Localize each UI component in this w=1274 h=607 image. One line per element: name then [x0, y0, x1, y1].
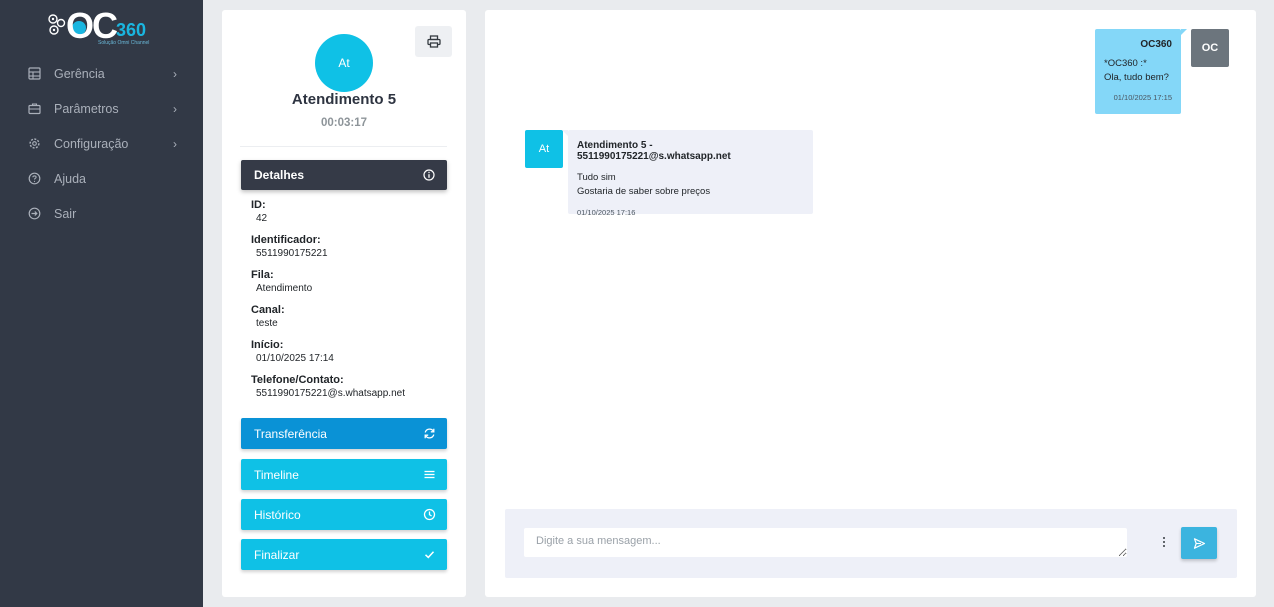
- sidebar-item-sair[interactable]: Sair: [0, 196, 203, 231]
- sidebar-item-label: Ajuda: [54, 171, 86, 186]
- briefcase-icon: [27, 102, 41, 116]
- field-label: ID:: [251, 199, 266, 211]
- bubble-tail: [1181, 29, 1187, 35]
- detail-canal: Canal: teste: [251, 303, 441, 338]
- field-label: Telefone/Contato:: [251, 374, 344, 386]
- sidebar-item-label: Parâmetros: [54, 101, 119, 116]
- button-label: Transferência: [254, 426, 327, 441]
- incoming-message: Atendimento 5 - 5511990175221@s.whatsapp…: [562, 130, 813, 217]
- button-label: Histórico: [254, 507, 301, 522]
- more-vertical-icon: [1163, 537, 1165, 547]
- sidebar-item-parametros[interactable]: Parâmetros ›: [0, 91, 203, 126]
- message-time: 01/10/2025 17:16: [577, 208, 636, 217]
- more-options-button[interactable]: [1157, 533, 1171, 551]
- field-label: Fila:: [251, 269, 274, 281]
- app-logo[interactable]: OC 360 Solução Omni Channel: [46, 6, 156, 48]
- compose-bar: [505, 509, 1237, 578]
- chevron-right-icon: ›: [173, 102, 177, 116]
- details-body: ID: 42 Identificador: 5511990175221 Fila…: [251, 198, 441, 408]
- send-button[interactable]: [1181, 527, 1217, 559]
- detail-id: ID: 42: [251, 198, 441, 233]
- message-time: 01/10/2025 17:15: [1113, 93, 1172, 102]
- chat-panel: OC360 *OC360 :* Ola, tudo bem? 01/10/202…: [485, 10, 1256, 597]
- message-sender: Atendimento 5 - 5511990175221@s.whatsapp…: [577, 140, 731, 162]
- message-line: Gostaria de saber sobre preços: [577, 186, 711, 197]
- detail-fila: Fila: Atendimento: [251, 268, 441, 303]
- chevron-right-icon: ›: [173, 137, 177, 151]
- list-icon: [424, 470, 435, 479]
- field-value: Atendimento: [256, 283, 313, 294]
- contact-name: Atendimento 5: [291, 91, 397, 108]
- logo-number: 360: [116, 20, 147, 40]
- message-input[interactable]: [524, 528, 1127, 557]
- sidebar: OC 360 Solução Omni Channel Gerência › P…: [0, 0, 203, 607]
- sidebar-item-configuracao[interactable]: Configuração ›: [0, 126, 203, 161]
- send-icon: [1193, 537, 1205, 549]
- customer-avatar: At: [525, 130, 563, 168]
- clock-icon: [423, 508, 436, 521]
- field-label: Canal:: [251, 304, 285, 316]
- message-line: Tudo sim: [577, 172, 616, 183]
- session-timer: 00:03:17: [320, 117, 368, 129]
- detail-identificador: Identificador: 5511990175221: [251, 233, 441, 268]
- history-button[interactable]: Histórico: [241, 499, 447, 530]
- outgoing-message: OC360 *OC360 :* Ola, tudo bem? 01/10/202…: [1095, 29, 1187, 114]
- details-title: Detalhes: [254, 168, 305, 182]
- info-icon: [423, 169, 435, 181]
- sidebar-item-ajuda[interactable]: Ajuda: [0, 161, 203, 196]
- bubble-tail: [562, 130, 568, 136]
- button-label: Finalizar: [254, 547, 300, 562]
- field-value: 5511990175221@s.whatsapp.net: [256, 388, 405, 399]
- logo-tagline: Solução Omni Channel: [98, 40, 150, 46]
- chevron-right-icon: ›: [173, 67, 177, 81]
- agent-avatar: OC: [1191, 29, 1229, 67]
- server-icon: [27, 67, 41, 81]
- sidebar-item-gerencia[interactable]: Gerência ›: [0, 56, 203, 91]
- print-button[interactable]: [415, 26, 452, 57]
- button-label: Timeline: [254, 467, 299, 482]
- field-value: 5511990175221: [256, 248, 328, 259]
- printer-icon: [426, 35, 441, 48]
- field-label: Identificador:: [251, 234, 321, 246]
- message-line: *OC360 :*: [1104, 58, 1147, 69]
- sidebar-item-label: Configuração: [54, 136, 129, 151]
- transfer-button[interactable]: Transferência: [241, 418, 447, 449]
- message-line: Ola, tudo bem?: [1104, 72, 1169, 83]
- field-value: 01/10/2025 17:14: [256, 353, 334, 364]
- field-label: Início:: [251, 339, 284, 351]
- transfer-icon: [424, 428, 435, 439]
- sidebar-nav: Gerência › Parâmetros › Configuração › A…: [0, 56, 203, 231]
- contact-info-panel: At Atendimento 5 00:03:17 Detalhes ID: 4…: [222, 10, 466, 597]
- message-text: *OC360 :* Ola, tudo bem?: [1104, 57, 1172, 85]
- message-sender: OC360: [1140, 39, 1172, 50]
- sidebar-item-label: Gerência: [54, 66, 105, 81]
- message-text: Tudo sim Gostaria de saber sobre preços: [577, 171, 804, 199]
- finish-button[interactable]: Finalizar: [241, 539, 447, 570]
- help-circle-icon: [27, 172, 41, 186]
- field-value: 42: [256, 213, 268, 224]
- field-value: teste: [256, 318, 278, 329]
- gears-logo-icon: [48, 14, 66, 35]
- timeline-button[interactable]: Timeline: [241, 459, 447, 490]
- check-icon: [424, 551, 435, 559]
- contact-avatar: At: [315, 34, 373, 92]
- detail-inicio: Início: 01/10/2025 17:14: [251, 338, 441, 373]
- sidebar-item-label: Sair: [54, 206, 77, 221]
- logout-icon: [27, 207, 41, 221]
- details-accordion-header[interactable]: Detalhes: [241, 160, 447, 190]
- divider: [240, 146, 447, 147]
- gear-icon: [27, 137, 41, 151]
- detail-telefone: Telefone/Contato: 5511990175221@s.whatsa…: [251, 373, 441, 408]
